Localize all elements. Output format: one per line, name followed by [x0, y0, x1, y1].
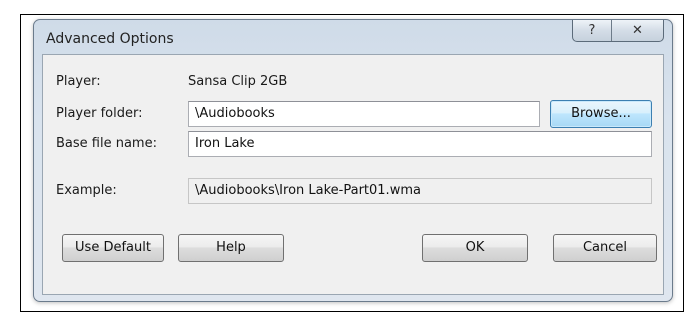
help-caption-button[interactable]: ?: [573, 20, 611, 41]
cancel-button[interactable]: Cancel: [553, 234, 657, 262]
player-folder-input[interactable]: \Audiobooks: [188, 101, 540, 127]
title-bar[interactable]: Advanced Options ? ✕: [34, 20, 672, 54]
base-file-name-label: Base file name:: [56, 136, 157, 151]
example-label: Example:: [56, 183, 117, 198]
window-title: Advanced Options: [46, 31, 174, 47]
close-caption-button[interactable]: ✕: [611, 20, 663, 41]
advanced-options-dialog: Advanced Options ? ✕ Player: Sansa Clip …: [33, 19, 673, 302]
browse-button[interactable]: Browse...: [550, 100, 652, 128]
base-file-name-input[interactable]: Iron Lake: [188, 131, 652, 157]
help-button[interactable]: Help: [178, 234, 284, 262]
player-folder-label: Player folder:: [56, 106, 143, 121]
dialog-client-area: Player: Sansa Clip 2GB Player folder: \A…: [42, 54, 664, 295]
close-icon: ✕: [632, 23, 643, 38]
ok-button[interactable]: OK: [422, 234, 528, 262]
player-value: Sansa Clip 2GB: [188, 74, 288, 89]
player-label: Player:: [56, 74, 101, 89]
question-mark-icon: ?: [588, 23, 596, 38]
use-default-button[interactable]: Use Default: [62, 234, 164, 262]
caption-buttons: ? ✕: [572, 20, 664, 42]
example-output-field: \Audiobooks\Iron Lake-Part01.wma: [188, 178, 652, 204]
